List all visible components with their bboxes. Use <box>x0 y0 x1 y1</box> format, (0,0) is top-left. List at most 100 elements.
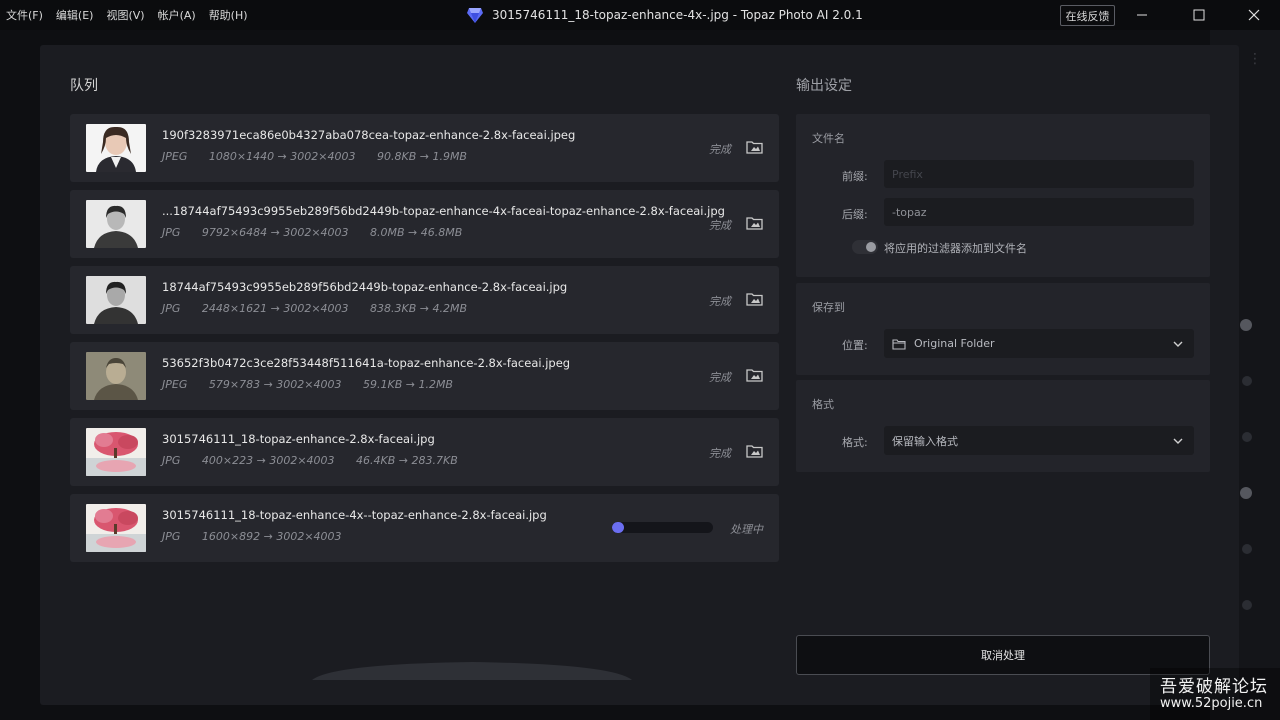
open-folder-icon[interactable] <box>746 367 764 383</box>
queue-item: 190f3283971eca86e0b4327aba078cea-topaz-e… <box>70 114 779 182</box>
more-icon: ⋮ <box>1248 51 1262 67</box>
file-size: 46.4KB → 283.7KB <box>356 454 458 467</box>
file-name: ...18744af75493c9955eb289f56bd2449b-topa… <box>162 204 725 218</box>
cancel-processing-button[interactable]: 取消处理 <box>796 635 1210 675</box>
status-text: 完成 <box>709 371 731 384</box>
decorative-arc <box>312 662 632 680</box>
file-meta: JPG 2448×1621 → 3002×4003 838.3KB → 4.2M… <box>162 302 485 315</box>
maximize-button[interactable] <box>1176 0 1222 30</box>
save-to-panel: 保存到 位置: Original Folder <box>796 283 1210 375</box>
minimize-button[interactable] <box>1119 0 1165 30</box>
format-value: 保留输入格式 <box>892 434 958 448</box>
location-select[interactable]: Original Folder <box>884 329 1194 358</box>
thumbnail <box>86 124 146 172</box>
status-text: 处理中 <box>730 523 763 536</box>
open-folder-icon[interactable] <box>746 443 764 459</box>
progress-fill <box>612 522 625 533</box>
close-button[interactable] <box>1231 0 1277 30</box>
format-panel: 格式 格式: 保留输入格式 <box>796 380 1210 472</box>
background-dot <box>1242 544 1252 554</box>
file-dimensions: 2448×1621 → 3002×4003 <box>201 302 349 315</box>
open-folder-icon[interactable] <box>746 215 764 231</box>
thumbnail <box>86 276 146 324</box>
thumbnail <box>86 428 146 476</box>
queue-item: 18744af75493c9955eb289f56bd2449b-topaz-e… <box>70 266 779 334</box>
open-folder-icon[interactable] <box>746 291 764 307</box>
file-format: JPG <box>162 226 181 239</box>
format-label: 格式: <box>842 436 868 449</box>
menu-help[interactable]: 帮助(H) <box>209 7 248 23</box>
background-dot <box>1242 600 1252 610</box>
file-dimensions: 400×223 → 3002×4003 <box>201 454 335 467</box>
window-title-text: 3015746111_18-topaz-enhance-4x-.jpg - To… <box>492 8 863 22</box>
file-format: JPG <box>162 302 181 315</box>
processing-dialog: 队列 输出设定 190f3283971eca86e0b4327aba078cea… <box>40 45 1239 705</box>
file-format: JPG <box>162 530 181 543</box>
file-format: JPG <box>162 454 181 467</box>
file-size: 8.0MB → 46.8MB <box>370 226 463 239</box>
file-meta: JPG 1600×892 → 3002×4003 <box>162 530 360 543</box>
watermark: 吾爱破解论坛 www.52pojie.cn <box>1150 668 1280 720</box>
format-section-label: 格式 <box>812 398 834 411</box>
file-name: 53652f3b0472c3ce28f53448f511641a-topaz-e… <box>162 356 571 370</box>
file-size: 838.3KB → 4.2MB <box>370 302 468 315</box>
file-dimensions: 1600×892 → 3002×4003 <box>201 530 342 543</box>
filter-name-toggle-label: 将应用的过滤器添加到文件名 <box>884 242 1027 255</box>
feedback-button[interactable]: 在线反馈 <box>1060 5 1115 26</box>
filter-name-toggle[interactable] <box>852 240 878 254</box>
status-text: 完成 <box>709 143 731 156</box>
status-text: 完成 <box>709 447 731 460</box>
location-value: Original Folder <box>914 337 995 350</box>
filename-panel: 文件名 前缀: Prefix 后缀: -topaz 将应用的过滤器添加到文件名 <box>796 114 1210 277</box>
status-text: 完成 <box>709 219 731 232</box>
format-select[interactable]: 保留输入格式 <box>884 426 1194 455</box>
location-label: 位置: <box>842 339 868 352</box>
file-meta: JPEG 579×783 → 3002×4003 59.1KB → 1.2MB <box>162 378 471 391</box>
chevron-down-icon <box>1173 438 1183 444</box>
window-title: 3015746111_18-topaz-enhance-4x-.jpg - To… <box>466 0 863 30</box>
background-dot <box>1242 432 1252 442</box>
file-dimensions: 9792×6484 → 3002×4003 <box>201 226 349 239</box>
thumbnail <box>86 200 146 248</box>
menu-view[interactable]: 视图(V) <box>106 7 144 23</box>
status-text: 完成 <box>709 295 731 308</box>
queue-item: 53652f3b0472c3ce28f53448f511641a-topaz-e… <box>70 342 779 410</box>
file-size: 59.1KB → 1.2MB <box>362 378 453 391</box>
topaz-logo-icon <box>467 8 483 23</box>
file-dimensions: 1080×1440 → 3002×4003 <box>208 150 356 163</box>
prefix-input[interactable]: Prefix <box>884 160 1194 188</box>
file-name: 18744af75493c9955eb289f56bd2449b-topaz-e… <box>162 280 568 294</box>
close-icon <box>1248 9 1260 21</box>
menu-account[interactable]: 帐户(A) <box>158 7 196 23</box>
watermark-title: 吾爱破解论坛 <box>1160 677 1268 697</box>
prefix-placeholder: Prefix <box>892 167 923 181</box>
chevron-down-icon <box>1173 341 1183 347</box>
file-size: 90.8KB → 1.9MB <box>376 150 467 163</box>
file-meta: JPG 9792×6484 → 3002×4003 8.0MB → 46.8MB <box>162 226 480 239</box>
menu-file[interactable]: 文件(F) <box>6 7 43 23</box>
open-folder-icon[interactable] <box>746 139 764 155</box>
thumbnail <box>86 504 146 552</box>
background-slider-knob <box>1240 319 1252 331</box>
watermark-url: www.52pojie.cn <box>1160 696 1263 711</box>
maximize-icon <box>1193 9 1205 21</box>
menu-edit[interactable]: 编辑(E) <box>56 7 94 23</box>
file-name: 3015746111_18-topaz-enhance-4x--topaz-en… <box>162 508 547 522</box>
save-section-label: 保存到 <box>812 301 845 314</box>
thumbnail <box>86 352 146 400</box>
file-dimensions: 579×783 → 3002×4003 <box>208 378 342 391</box>
file-format: JPEG <box>162 150 188 163</box>
background-dot <box>1242 376 1252 386</box>
file-name: 190f3283971eca86e0b4327aba078cea-topaz-e… <box>162 128 576 142</box>
minimize-icon <box>1137 14 1147 16</box>
suffix-value: -topaz <box>892 205 927 219</box>
folder-icon <box>892 338 906 350</box>
background-slider-knob <box>1240 487 1252 499</box>
file-name: 3015746111_18-topaz-enhance-2.8x-faceai.… <box>162 432 435 446</box>
toggle-knob <box>866 242 876 252</box>
file-meta: JPEG 1080×1440 → 3002×4003 90.8KB → 1.9M… <box>162 150 485 163</box>
suffix-input[interactable]: -topaz <box>884 198 1194 226</box>
file-format: JPEG <box>162 378 188 391</box>
queue-title: 队列 <box>70 78 98 94</box>
queue-item: ...18744af75493c9955eb289f56bd2449b-topa… <box>70 190 779 258</box>
